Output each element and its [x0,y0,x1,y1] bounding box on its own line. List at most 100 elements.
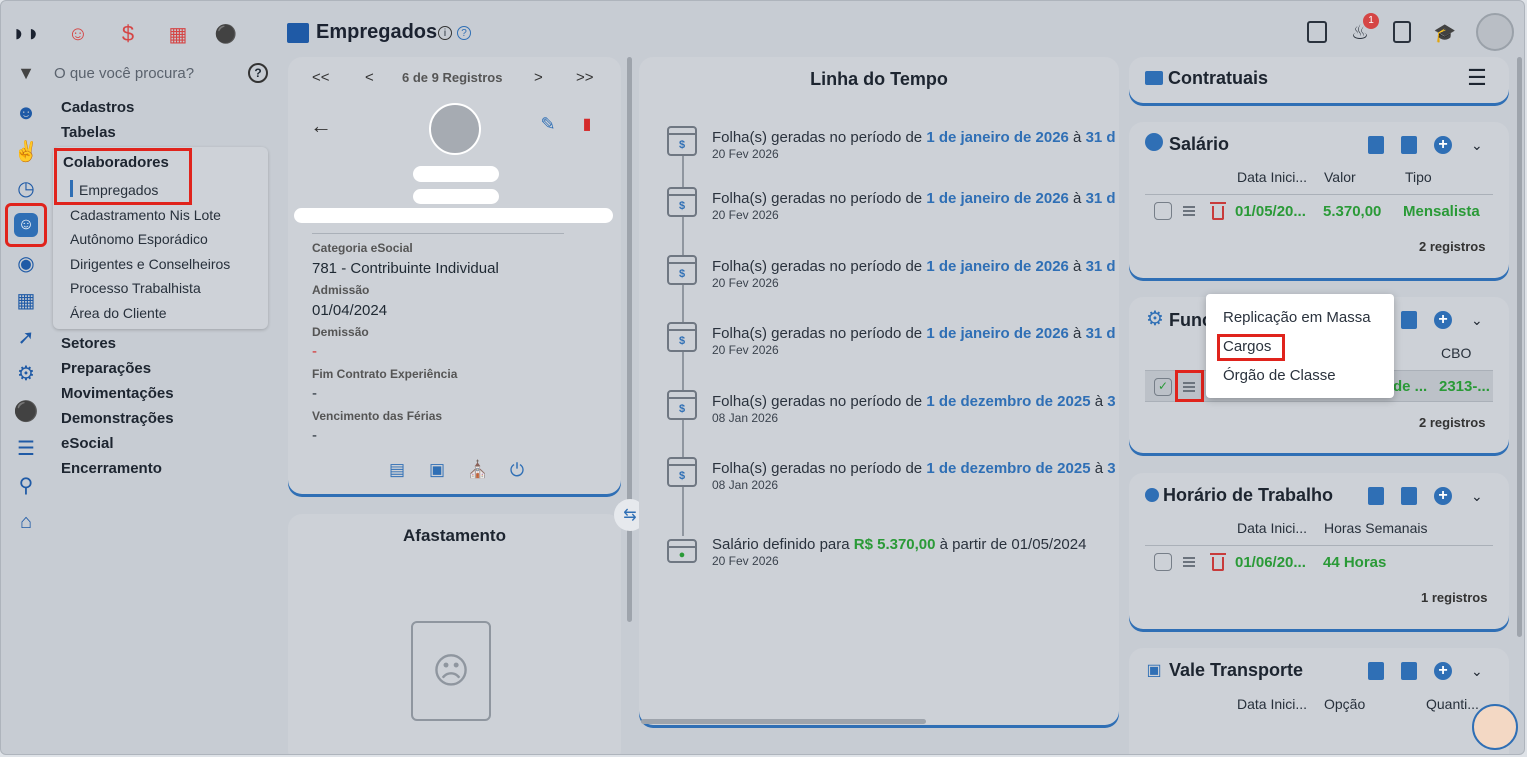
timeline-scrollbar[interactable] [641,719,926,724]
report-search-icon[interactable] [1393,21,1411,43]
back-arrow-icon[interactable]: ← [310,113,332,138]
menu-item-orgao[interactable]: Órgão de Classe [1223,367,1336,384]
absence-title: Afastamento [403,526,506,545]
assistant-avatar[interactable] [1472,704,1518,750]
people-icon[interactable]: ☺ [65,21,91,47]
clock-icon[interactable]: ◷ [14,176,38,200]
timeline-item[interactable]: $ Folha(s) geradas no período de 1 de ja… [667,126,1117,162]
col-opcao[interactable]: Opção [1324,696,1365,712]
timeline-item-salary[interactable]: ● Salário definido para R$ 5.370,00 à pa… [667,533,1117,569]
col-data-inicio[interactable]: Data Inici... [1237,169,1307,185]
graduation-cap-icon[interactable]: 🎓 [1433,23,1457,43]
timeline-item[interactable]: $ Folha(s) geradas no período de 1 de de… [667,390,1117,426]
id-card-icon[interactable]: ▣ [426,460,448,479]
add-salary-button[interactable]: + [1434,136,1452,154]
submenu-processo[interactable]: Processo Trabalhista [70,280,201,296]
menu-item-replicacao[interactable]: Replicação em Massa [1223,309,1371,326]
submenu-dirigentes[interactable]: Dirigentes e Conselheiros [70,256,230,272]
menu-encerramento[interactable]: Encerramento [61,460,162,477]
row-delete-icon[interactable] [1210,553,1226,571]
bank-icon[interactable]: ⛪ [467,460,489,480]
grid-icon[interactable]: ▦ [14,288,38,312]
row-menu-icon[interactable] [1183,206,1195,216]
help-circle-icon[interactable]: ? [457,26,471,40]
handshake-icon[interactable]: ✌ [14,139,39,163]
submenu-autonomo[interactable]: Autônomo Esporádico [70,231,208,247]
home-icon[interactable]: ⌂ [14,510,38,534]
menu-demonstracoes[interactable]: Demonstrações [61,410,174,427]
help-icon[interactable]: ? [248,63,268,83]
menu-tabelas[interactable]: Tabelas [61,124,116,141]
next-page-button[interactable]: > [534,69,543,86]
dollar-icon[interactable]: $ [115,21,141,47]
chevron-down-icon[interactable]: ⌄ [1471,488,1483,505]
col-cbo[interactable]: CBO [1441,345,1471,361]
search-input[interactable]: O que você procura? [54,65,194,82]
table-icon[interactable] [1401,136,1417,154]
info-icon[interactable]: i [438,26,452,40]
add-schedule-button[interactable]: + [1434,487,1452,505]
menu-item-cargos[interactable]: Cargos [1223,338,1271,355]
menu-esocial[interactable]: eSocial [61,435,114,452]
row-menu-icon[interactable] [1183,382,1195,392]
submenu-nis-lote[interactable]: Cadastramento Nis Lote [70,207,221,223]
menu-cadastros[interactable]: Cadastros [61,99,134,116]
avatar[interactable] [1476,13,1514,51]
row-checkbox[interactable] [1154,553,1172,571]
layers-icon[interactable]: ☰ [14,436,38,460]
submenu-area-cliente[interactable]: Área do Cliente [70,305,167,321]
timeline-item[interactable]: $ Folha(s) geradas no período de 1 de ja… [667,255,1117,291]
power-icon[interactable]: ⏻ [506,460,528,480]
user-settings-icon[interactable]: ☻ [14,101,38,125]
filter-icon[interactable]: ▼ [16,63,36,83]
submenu-empregados[interactable]: Empregados [79,182,158,198]
col-tipo[interactable]: Tipo [1405,169,1432,185]
add-function-button[interactable]: + [1434,311,1452,329]
report-icon[interactable] [1368,487,1384,505]
menu-colaboradores[interactable]: Colaboradores [63,154,169,171]
timeline-item[interactable]: $ Folha(s) geradas no período de 1 de ja… [667,187,1117,223]
right-scrollbar[interactable] [1517,57,1522,637]
menu-icon[interactable]: ☰ [1467,65,1487,90]
timeline-item[interactable]: $ Folha(s) geradas no período de 1 de de… [667,457,1117,493]
timeline-item[interactable]: $ Folha(s) geradas no período de 1 de ja… [667,322,1117,358]
row-delete-icon[interactable] [1210,202,1226,220]
left-scrollbar[interactable] [627,57,632,622]
money-bag-nav-icon[interactable]: ⚫ [14,399,39,423]
table-icon[interactable] [1401,311,1417,329]
col-data-inicio[interactable]: Data Inici... [1237,696,1307,712]
chevron-down-icon[interactable]: ⌄ [1471,312,1483,329]
first-page-button[interactable]: << [312,69,330,86]
col-valor[interactable]: Valor [1324,169,1356,185]
last-page-button[interactable]: >> [576,69,594,86]
table-divider [1145,545,1493,546]
edit-icon[interactable]: ✎ [538,114,558,134]
search-icon[interactable]: ⚲ [14,473,38,497]
app-logo[interactable]: ◗◗ [11,19,41,49]
row-menu-icon[interactable] [1183,557,1195,567]
menu-preparacoes[interactable]: Preparações [61,360,151,377]
menu-movimentacoes[interactable]: Movimentações [61,385,174,402]
money-bag-icon[interactable]: ⚫ [213,21,239,47]
delete-icon[interactable]: ▮ [578,114,596,134]
document-icon[interactable] [1307,21,1327,43]
menu-setores[interactable]: Setores [61,335,116,352]
table-icon[interactable] [1401,662,1417,680]
add-transport-button[interactable]: + [1434,662,1452,680]
prev-page-button[interactable]: < [365,69,374,86]
col-horas[interactable]: Horas Semanais [1324,520,1428,536]
col-data-inicio[interactable]: Data Inici... [1237,520,1307,536]
chevron-down-icon[interactable]: ⌄ [1471,663,1483,680]
table-icon[interactable] [1401,487,1417,505]
row-checkbox-checked[interactable]: ✓ [1154,378,1172,396]
col-quantidade[interactable]: Quanti... [1426,696,1479,712]
dollar-circle-icon[interactable]: ◉ [14,251,38,275]
globe-icon[interactable]: ⚙ [14,361,38,385]
person-up-icon[interactable]: ➚ [14,325,38,349]
newspaper-icon[interactable]: ▤ [387,460,407,479]
calculator-icon[interactable]: ▦ [165,21,191,47]
row-checkbox[interactable] [1154,202,1172,220]
report-icon[interactable] [1368,136,1384,154]
chevron-down-icon[interactable]: ⌄ [1471,137,1483,154]
report-icon[interactable] [1368,662,1384,680]
